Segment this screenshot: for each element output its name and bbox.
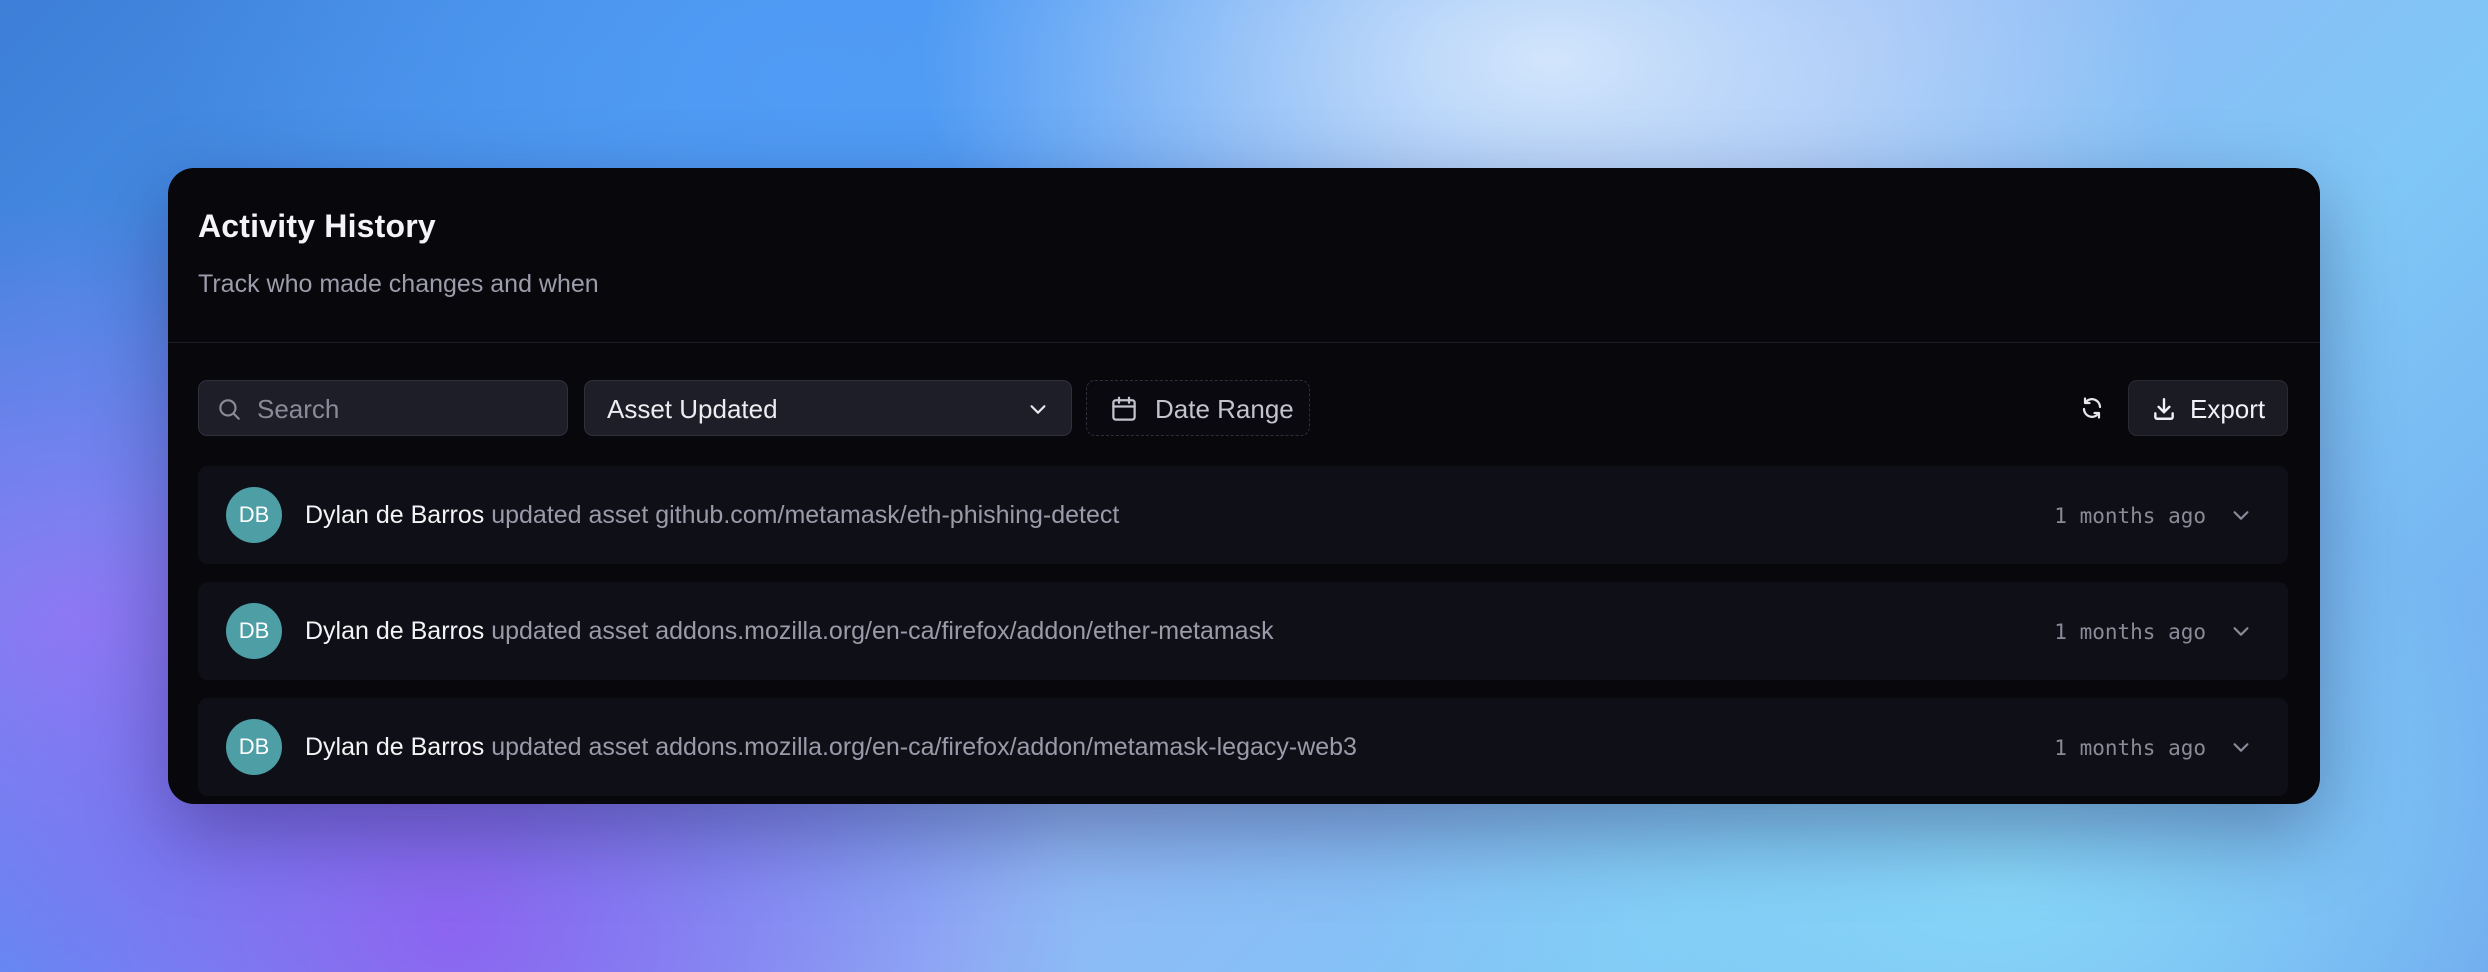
- refresh-icon: [2082, 397, 2102, 419]
- activity-time: 1 months ago: [2054, 504, 2206, 528]
- chevron-down-icon: [1030, 405, 1046, 414]
- chevron-down-icon[interactable]: [2230, 620, 2252, 642]
- panel-subtitle: Track who made changes and when: [198, 270, 599, 298]
- user-name: Dylan de Barros: [305, 501, 485, 529]
- calendar-icon: [1112, 396, 1136, 421]
- event-type-value: Asset Updated: [607, 394, 778, 424]
- avatar: DB: [226, 719, 282, 775]
- export-label: Export: [2190, 394, 2266, 424]
- chevron-down-icon[interactable]: [2230, 736, 2252, 758]
- user-name: Dylan de Barros: [305, 733, 485, 761]
- activity-message: Dylan de Barros updated asset addons.moz…: [305, 733, 1357, 762]
- event-type-select[interactable]: Asset Updated: [584, 380, 1072, 436]
- search-box[interactable]: [198, 380, 568, 437]
- search-icon: [219, 399, 240, 420]
- activity-history-panel: Activity History Track who made changes …: [168, 168, 2320, 804]
- avatar: DB: [226, 487, 282, 543]
- download-icon: [2154, 398, 2174, 420]
- export-button[interactable]: Export: [2128, 380, 2288, 436]
- user-name: Dylan de Barros: [305, 617, 485, 645]
- activity-time: 1 months ago: [2054, 736, 2206, 760]
- activity-row[interactable]: DB Dylan de Barros updated asset addons.…: [198, 698, 2288, 796]
- activity-action: updated asset addons.mozilla.org/en-ca/f…: [491, 617, 1274, 645]
- activity-time: 1 months ago: [2054, 620, 2206, 644]
- date-range-label: Date Range: [1155, 394, 1294, 424]
- activity-message: Dylan de Barros updated asset github.com…: [305, 501, 1119, 530]
- activity-row[interactable]: DB Dylan de Barros updated asset github.…: [198, 466, 2288, 564]
- chevron-down-icon[interactable]: [2230, 504, 2252, 526]
- header-divider: [168, 342, 2320, 343]
- panel-title: Activity History: [198, 208, 436, 244]
- activity-row[interactable]: DB Dylan de Barros updated asset addons.…: [198, 582, 2288, 680]
- date-range-button[interactable]: Date Range: [1086, 380, 1310, 436]
- search-input[interactable]: [255, 381, 559, 437]
- activity-action: updated asset addons.mozilla.org/en-ca/f…: [491, 733, 1357, 761]
- activity-action: updated asset github.com/metamask/eth-ph…: [491, 501, 1120, 529]
- refresh-button[interactable]: [2064, 380, 2120, 436]
- activity-message: Dylan de Barros updated asset addons.moz…: [305, 617, 1274, 646]
- avatar: DB: [226, 603, 282, 659]
